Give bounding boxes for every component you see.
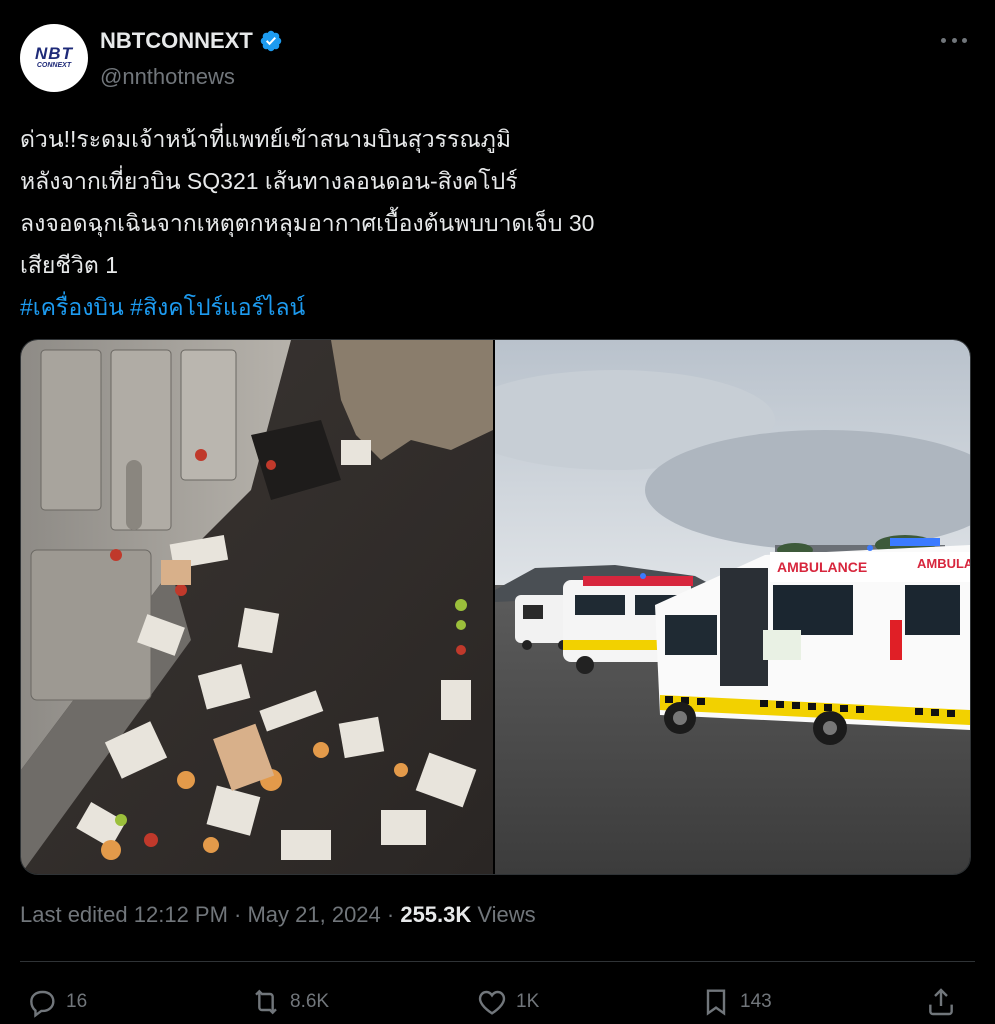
hashtag-link[interactable]: #สิงคโปร์แอร์ไลน์: [130, 294, 305, 320]
ambulance-side-text: AMBULANCE: [917, 556, 970, 571]
repost-count: 8.6K: [290, 991, 330, 1012]
more-options-icon[interactable]: [941, 30, 967, 50]
ambulance-far: [515, 595, 570, 650]
like-count: 1K: [516, 991, 540, 1012]
name-row: NBTCONNEXT: [100, 28, 283, 54]
action-bar: 16 8.6K 1K 143: [20, 978, 975, 1024]
avatar[interactable]: NBT CONNEXT: [20, 24, 88, 92]
display-name[interactable]: NBTCONNEXT: [100, 28, 253, 54]
divider: [20, 961, 975, 962]
verified-badge-icon: [260, 30, 282, 52]
views-count: 255.3K: [400, 902, 472, 927]
hashtags: #เครื่องบิน #สิงคโปร์แอร์ไลน์: [20, 286, 960, 328]
share-button[interactable]: [925, 986, 965, 1018]
reply-button[interactable]: 16: [26, 986, 87, 1018]
last-edited-text[interactable]: Last edited 12:12 PM · May 21, 2024 ·: [20, 902, 400, 927]
tweet-text: ด่วน!!ระดมเจ้าหน้าที่แพทย์เข้าสนามบินสุว…: [20, 118, 960, 328]
ambulances-illustration: AMBULANCE AMBULANCE: [495, 340, 970, 874]
handle[interactable]: @nnthotnews: [100, 64, 235, 90]
tweet-meta: Last edited 12:12 PM · May 21, 2024 · 25…: [20, 902, 536, 928]
bookmark-button[interactable]: 143: [700, 986, 772, 1018]
reply-count: 16: [66, 991, 88, 1012]
bookmark-count: 143: [740, 991, 772, 1012]
media-grid: AMBULANCE AMBULANCE: [20, 339, 971, 875]
views-label: Views: [471, 902, 536, 927]
heart-icon: [478, 990, 506, 1015]
tweet-header: NBT CONNEXT NBTCONNEXT @nnthotnews: [20, 24, 975, 94]
share-icon: [929, 988, 953, 1016]
tweet-line: เสียชีวิต 1: [20, 252, 119, 278]
avatar-logo-subtext: CONNEXT: [36, 62, 72, 69]
ambulance-front-text: AMBULANCE: [777, 559, 867, 575]
aircraft-cabin-debris-photo[interactable]: [21, 340, 493, 874]
like-button[interactable]: 1K: [476, 986, 539, 1018]
cabin-debris-illustration: [21, 340, 493, 874]
avatar-logo-text: NBT: [35, 44, 73, 63]
hashtag-link[interactable]: #เครื่องบิน: [20, 294, 124, 320]
repost-button[interactable]: 8.6K: [250, 986, 329, 1018]
tweet-line: หลังจากเที่ยวบิน SQ321 เส้นทางลอนดอน-สิง…: [20, 168, 518, 194]
ambulances-on-tarmac-photo[interactable]: AMBULANCE AMBULANCE: [495, 340, 970, 874]
bookmark-icon: [706, 989, 726, 1016]
tweet-line: ลงจอดฉุกเฉินจากเหตุตกหลุมอากาศเบื้องต้นพ…: [20, 210, 595, 236]
tweet-line: ด่วน!!ระดมเจ้าหน้าที่แพทย์เข้าสนามบินสุว…: [20, 126, 511, 152]
repost-icon: [255, 989, 277, 1015]
reply-icon: [30, 990, 55, 1018]
